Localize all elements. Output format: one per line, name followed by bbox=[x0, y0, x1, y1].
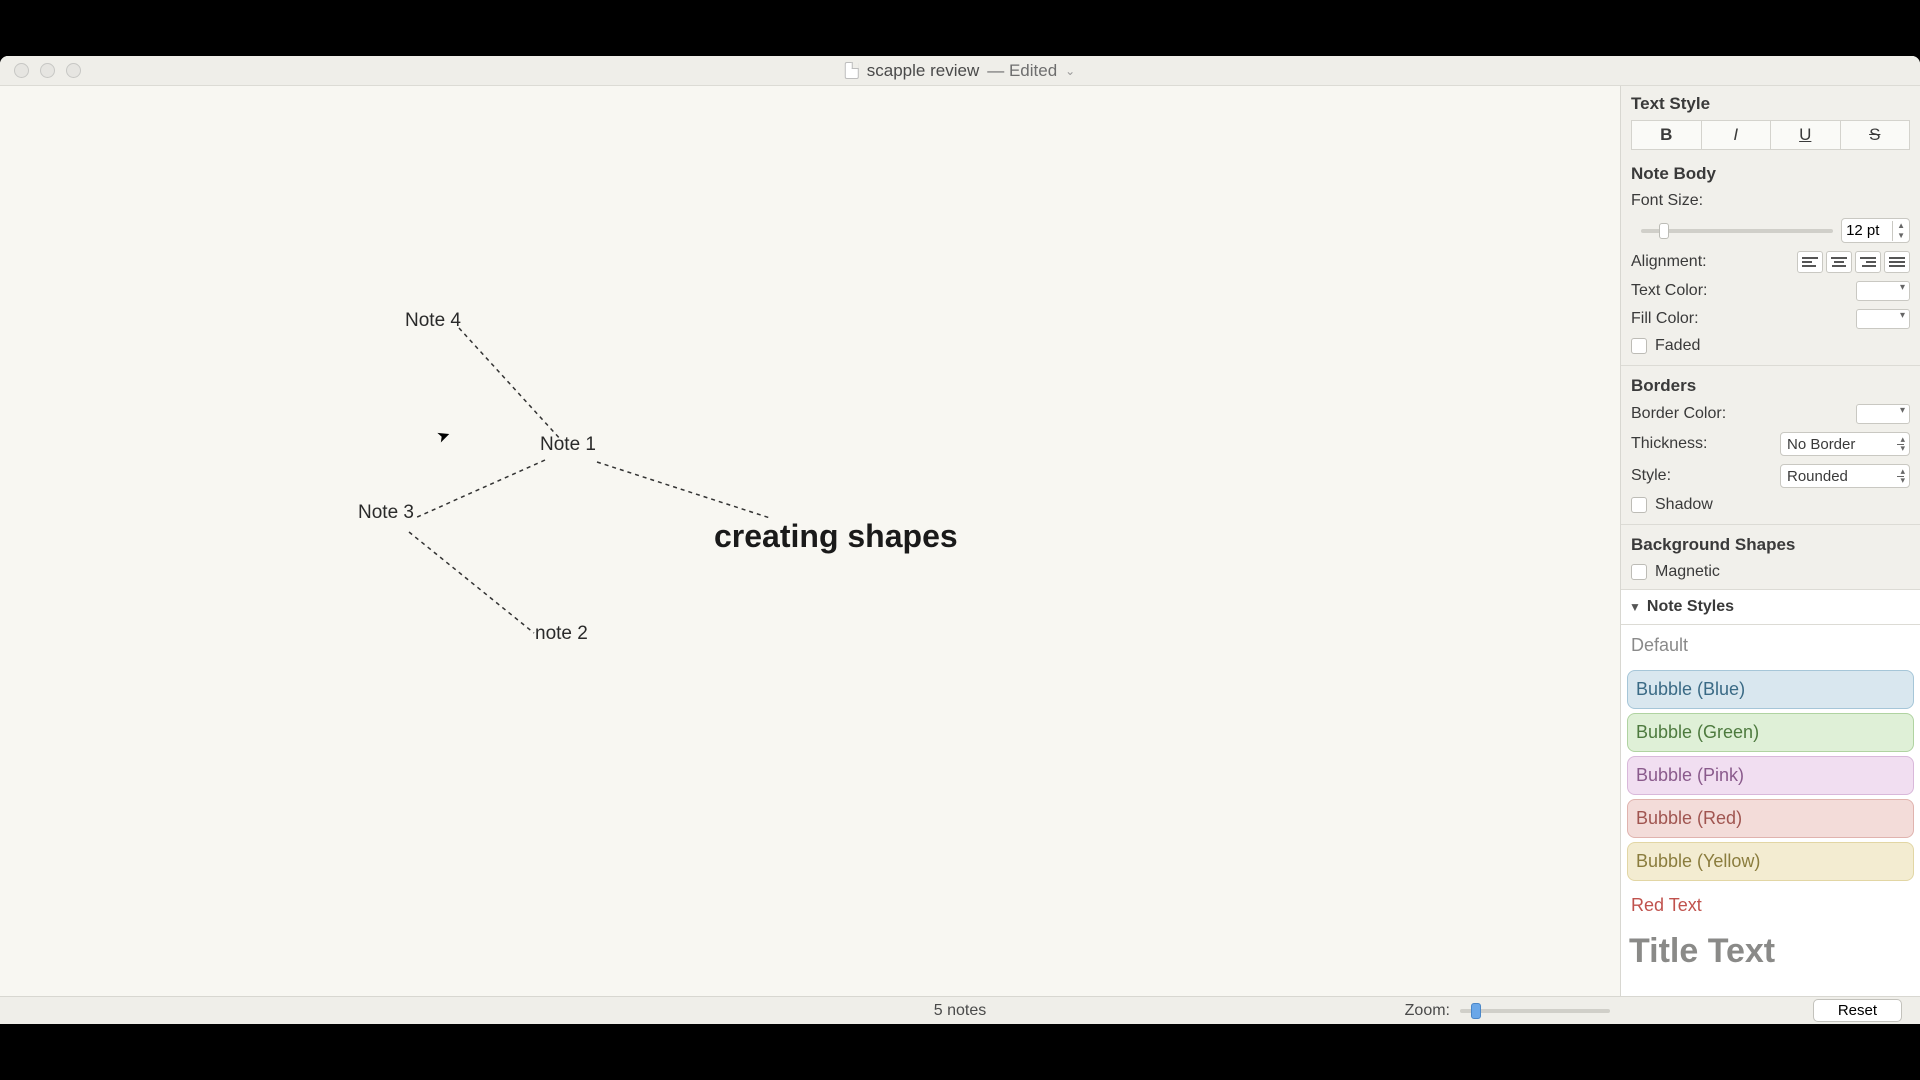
shadow-label: Shadow bbox=[1655, 496, 1713, 514]
font-size-slider[interactable] bbox=[1641, 229, 1833, 233]
border-style-select[interactable]: Rounded ▴▾ bbox=[1780, 464, 1910, 488]
underline-button[interactable]: U bbox=[1771, 120, 1841, 150]
fill-color-label: Fill Color: bbox=[1631, 310, 1699, 328]
chevron-down-icon: ⌄ bbox=[1065, 64, 1075, 78]
bold-button[interactable]: B bbox=[1631, 120, 1702, 150]
inspector-panel: Text Style B I U S Note Body Font Size: … bbox=[1620, 86, 1920, 996]
zoom-label: Zoom: bbox=[1405, 1002, 1450, 1020]
note-4[interactable]: Note 4 bbox=[405, 310, 461, 332]
alignment-label: Alignment: bbox=[1631, 253, 1707, 271]
borders-header: Borders bbox=[1621, 368, 1920, 400]
align-left-button[interactable] bbox=[1797, 251, 1823, 273]
align-justify-button[interactable] bbox=[1884, 251, 1910, 273]
document-icon bbox=[845, 62, 859, 79]
text-style-header: Text Style bbox=[1621, 86, 1920, 118]
note-body-header: Note Body bbox=[1621, 156, 1920, 188]
zoom-reset-button[interactable]: Reset bbox=[1813, 999, 1902, 1022]
status-bar: 5 notes Zoom: Reset bbox=[0, 996, 1920, 1024]
disclosure-triangle-icon: ▼ bbox=[1629, 600, 1641, 614]
font-size-up-icon[interactable]: ▲ bbox=[1893, 221, 1909, 231]
text-color-label: Text Color: bbox=[1631, 282, 1707, 300]
text-color-swatch[interactable] bbox=[1856, 281, 1910, 301]
style-label: Style: bbox=[1631, 467, 1671, 485]
note-2[interactable]: note 2 bbox=[535, 623, 588, 645]
note-styles-list: Default Bubble (Blue) Bubble (Green) Bub… bbox=[1621, 625, 1920, 996]
style-default[interactable]: Default bbox=[1621, 625, 1920, 666]
window-title-text: scapple review bbox=[867, 61, 979, 81]
font-size-stepper[interactable]: ▲▼ bbox=[1841, 218, 1910, 243]
minimize-window-icon[interactable] bbox=[40, 63, 55, 78]
background-shapes-header: Background Shapes bbox=[1621, 527, 1920, 559]
faded-label: Faded bbox=[1655, 337, 1700, 355]
style-bubble-blue[interactable]: Bubble (Blue) bbox=[1627, 670, 1914, 709]
traffic-lights bbox=[0, 63, 81, 78]
zoom-slider[interactable] bbox=[1460, 1009, 1610, 1013]
strikethrough-button[interactable]: S bbox=[1841, 120, 1911, 150]
style-bubble-yellow[interactable]: Bubble (Yellow) bbox=[1627, 842, 1914, 881]
thickness-select[interactable]: No Border ▴▾ bbox=[1780, 432, 1910, 456]
align-center-button[interactable] bbox=[1826, 251, 1852, 273]
window-title[interactable]: scapple review — Edited ⌄ bbox=[845, 61, 1075, 81]
magnetic-checkbox[interactable] bbox=[1631, 564, 1647, 580]
note-styles-section-header[interactable]: ▼ Note Styles bbox=[1621, 589, 1920, 625]
font-size-down-icon[interactable]: ▼ bbox=[1893, 231, 1909, 241]
style-bubble-red[interactable]: Bubble (Red) bbox=[1627, 799, 1914, 838]
note-3[interactable]: Note 3 bbox=[358, 502, 414, 524]
style-bubble-pink[interactable]: Bubble (Pink) bbox=[1627, 756, 1914, 795]
thickness-label: Thickness: bbox=[1631, 435, 1707, 453]
font-size-input[interactable] bbox=[1842, 219, 1892, 242]
style-bubble-green[interactable]: Bubble (Green) bbox=[1627, 713, 1914, 752]
align-right-button[interactable] bbox=[1855, 251, 1881, 273]
close-window-icon[interactable] bbox=[14, 63, 29, 78]
note-count: 5 notes bbox=[934, 1002, 986, 1020]
canvas[interactable]: Note 4 Note 1 Note 3 note 2 creating sha… bbox=[0, 86, 1620, 996]
title-note[interactable]: creating shapes bbox=[714, 518, 958, 555]
shadow-checkbox[interactable] bbox=[1631, 497, 1647, 513]
window-title-suffix: — Edited bbox=[987, 61, 1057, 81]
app-window: scapple review — Edited ⌄ Note 4 Note 1 … bbox=[0, 56, 1920, 1024]
magnetic-label: Magnetic bbox=[1655, 563, 1720, 581]
style-red-text[interactable]: Red Text bbox=[1621, 885, 1920, 926]
border-color-swatch[interactable] bbox=[1856, 404, 1910, 424]
note-styles-label: Note Styles bbox=[1647, 598, 1734, 616]
style-title-text[interactable]: Title Text bbox=[1621, 926, 1920, 981]
fill-color-swatch[interactable] bbox=[1856, 309, 1910, 329]
note-1[interactable]: Note 1 bbox=[540, 434, 596, 456]
faded-checkbox[interactable] bbox=[1631, 338, 1647, 354]
text-format-buttons: B I U S bbox=[1631, 120, 1910, 150]
border-color-label: Border Color: bbox=[1631, 405, 1726, 423]
zoom-window-icon[interactable] bbox=[66, 63, 81, 78]
italic-button[interactable]: I bbox=[1702, 120, 1772, 150]
titlebar: scapple review — Edited ⌄ bbox=[0, 56, 1920, 86]
mouse-cursor-icon: ➤ bbox=[434, 424, 453, 447]
font-size-label: Font Size: bbox=[1631, 192, 1703, 210]
